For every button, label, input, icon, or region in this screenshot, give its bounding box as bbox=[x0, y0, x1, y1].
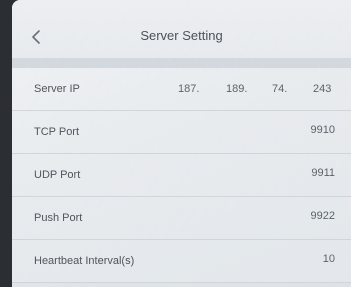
heartbeat-interval-row[interactable]: Heartbeat Interval(s) 10 bbox=[12, 240, 351, 283]
udp-port-value[interactable]: 9911 bbox=[311, 167, 335, 179]
page-title: Server Setting bbox=[140, 28, 223, 43]
server-ip-octet-3[interactable]: 74. bbox=[272, 83, 287, 95]
udp-port-row[interactable]: UDP Port 9911 bbox=[12, 154, 351, 197]
tcp-port-label: TCP Port bbox=[34, 126, 80, 138]
heartbeat-interval-value[interactable]: 10 bbox=[323, 253, 335, 265]
header-bar: Server Setting bbox=[12, 0, 351, 60]
server-ip-octet-2[interactable]: 189. bbox=[226, 83, 247, 95]
udp-port-label: UDP Port bbox=[34, 169, 81, 181]
heartbeat-interval-label: Heartbeat Interval(s) bbox=[34, 255, 135, 267]
push-port-row[interactable]: Push Port 9922 bbox=[12, 197, 351, 240]
server-ip-label: Server IP bbox=[34, 83, 80, 95]
push-port-value[interactable]: 9922 bbox=[311, 210, 335, 222]
server-ip-row[interactable]: Server IP 187. 189. 74. 243 bbox=[12, 68, 351, 111]
tcp-port-value[interactable]: 9910 bbox=[311, 124, 335, 136]
header-divider bbox=[12, 58, 351, 68]
server-ip-octet-1[interactable]: 187. bbox=[178, 83, 199, 95]
settings-list: Server IP 187. 189. 74. 243 TCP Port 991… bbox=[12, 68, 351, 283]
device-screen: Server Setting Server IP 187. 189. 74. 2… bbox=[12, 0, 351, 287]
tcp-port-row[interactable]: TCP Port 9910 bbox=[12, 111, 351, 154]
server-ip-octet-4[interactable]: 243 bbox=[313, 83, 331, 95]
push-port-label: Push Port bbox=[34, 212, 83, 224]
